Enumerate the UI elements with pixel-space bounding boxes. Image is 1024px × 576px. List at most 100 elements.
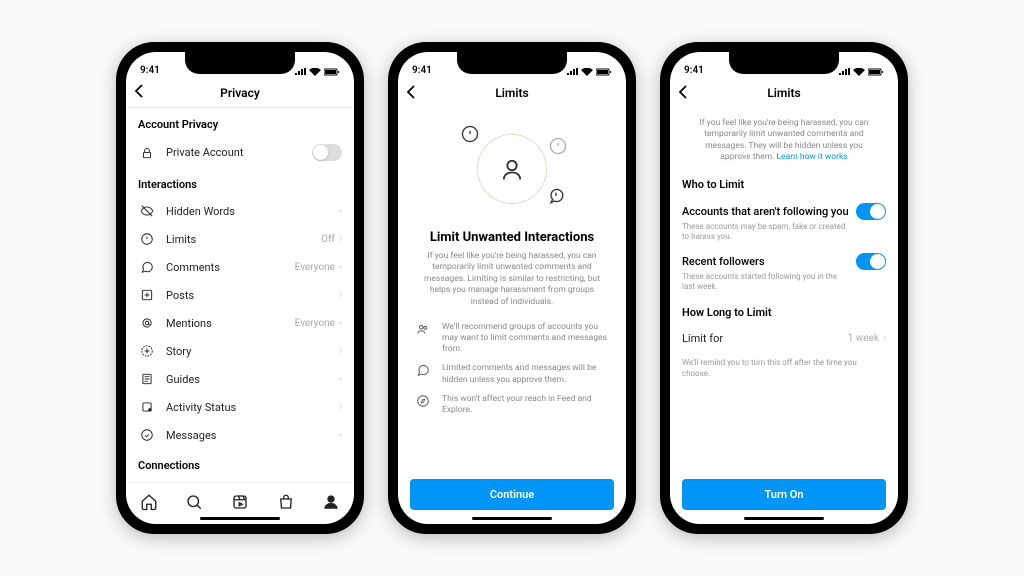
- section-who-to-limit: Who to Limit: [670, 168, 898, 197]
- messages-icon: [138, 428, 156, 442]
- row-private-account[interactable]: Private Account: [126, 137, 354, 168]
- section-connections: Connections: [126, 449, 354, 478]
- row-label: Activity Status: [166, 401, 335, 414]
- phone-frame-3: 9:41 Limits If you feel like you're bein…: [660, 42, 908, 534]
- status-icons: [838, 68, 884, 76]
- comment-icon: [138, 260, 156, 274]
- notch: [729, 52, 839, 74]
- continue-button[interactable]: Continue: [410, 479, 614, 510]
- limits-icon: [138, 232, 156, 246]
- row-label: Guides: [166, 373, 335, 386]
- row-value: Everyone: [295, 262, 335, 273]
- row-messages[interactable]: Messages ›: [126, 421, 354, 449]
- back-button[interactable]: [134, 83, 144, 102]
- reminder-hint: We'll remind you to turn this off after …: [670, 352, 898, 385]
- row-comments[interactable]: Comments Everyone ›: [126, 253, 354, 281]
- row-label: Hidden Words: [166, 205, 335, 218]
- illustration: [398, 114, 626, 224]
- row-guides[interactable]: Guides ›: [126, 365, 354, 393]
- feature-text: We'll recommend groups of accounts you m…: [442, 322, 608, 355]
- nav-reels[interactable]: [231, 493, 249, 515]
- alert-badge-icon: [460, 124, 480, 144]
- page-title: Limits: [495, 86, 528, 100]
- row-story[interactable]: Story ›: [126, 337, 354, 365]
- people-icon: [416, 322, 434, 355]
- alert-badge-icon: [548, 136, 568, 156]
- chevron-right-icon: ›: [339, 206, 342, 217]
- learn-link[interactable]: Learn how it works: [777, 152, 848, 162]
- option-toggle[interactable]: [856, 253, 886, 270]
- row-mentions[interactable]: Mentions Everyone ›: [126, 309, 354, 337]
- compass-icon: [416, 394, 434, 416]
- phone-frame-2: 9:41 Limits Limit Unwanted Interactions: [388, 42, 636, 534]
- option-toggle[interactable]: [856, 203, 886, 220]
- nav-home[interactable]: [140, 493, 158, 515]
- back-button[interactable]: [406, 84, 416, 103]
- section-interactions: Interactions: [126, 168, 354, 197]
- chevron-right-icon: ›: [339, 374, 342, 385]
- private-account-toggle[interactable]: [312, 144, 342, 161]
- mention-icon: [138, 316, 156, 330]
- home-indicator: [744, 517, 824, 520]
- status-icons: [294, 68, 340, 76]
- chevron-right-icon: ›: [339, 234, 342, 245]
- nav-profile[interactable]: [322, 493, 340, 515]
- status-icons: [566, 68, 612, 76]
- page-title: Privacy: [220, 86, 260, 100]
- phone-frame-1: 9:41 Privacy Account Privacy Private Acc…: [116, 42, 364, 534]
- header: Privacy: [126, 78, 354, 108]
- option-subtitle: These accounts started following you in …: [682, 272, 886, 293]
- feature-hidden: Limited comments and messages will be hi…: [398, 359, 626, 389]
- row-value: Everyone: [295, 318, 335, 329]
- chevron-right-icon: ›: [339, 318, 342, 329]
- row-value: Off: [321, 234, 335, 245]
- option-subtitle: These accounts may be spam, fake or crea…: [682, 222, 886, 243]
- chevron-right-icon: ›: [339, 346, 342, 357]
- section-account-privacy: Account Privacy: [126, 108, 354, 137]
- feature-text: This won't affect your reach in Feed and…: [442, 394, 608, 416]
- section-how-long: How Long to Limit: [670, 296, 898, 325]
- feature-text: Limited comments and messages will be hi…: [442, 363, 608, 385]
- status-time: 9:41: [140, 65, 160, 76]
- option-title: Accounts that aren't following you: [682, 205, 856, 218]
- page-title: Limits: [767, 86, 800, 100]
- intro-text: If you feel like you're being harassed, …: [670, 108, 898, 168]
- nav-shop[interactable]: [277, 493, 295, 515]
- activity-icon: [138, 400, 156, 414]
- chevron-right-icon: ›: [339, 430, 342, 441]
- row-posts[interactable]: Posts ›: [126, 281, 354, 309]
- feature-recommend: We'll recommend groups of accounts you m…: [398, 318, 626, 359]
- row-label: Posts: [166, 289, 335, 302]
- back-button[interactable]: [678, 84, 688, 103]
- row-hidden-words[interactable]: Hidden Words ›: [126, 197, 354, 225]
- hidden-icon: [138, 204, 156, 218]
- nav-search[interactable]: [185, 493, 203, 515]
- row-label: Limits: [166, 233, 321, 246]
- option-recent-followers[interactable]: Recent followers These accounts started …: [670, 247, 898, 297]
- headline: Limit Unwanted Interactions: [398, 224, 626, 251]
- row-limit-for[interactable]: Limit for 1 week ›: [670, 325, 898, 352]
- guides-icon: [138, 372, 156, 386]
- home-indicator: [200, 517, 280, 520]
- turn-on-button[interactable]: Turn On: [682, 479, 886, 510]
- notch: [185, 52, 295, 74]
- lock-icon: [138, 146, 156, 160]
- person-icon: [498, 155, 526, 183]
- comment-icon: [416, 363, 434, 385]
- row-label: Messages: [166, 429, 335, 442]
- chevron-right-icon: ›: [339, 290, 342, 301]
- option-not-following[interactable]: Accounts that aren't following you These…: [670, 197, 898, 247]
- option-title: Recent followers: [682, 255, 856, 268]
- chevron-right-icon: ›: [339, 262, 342, 273]
- home-indicator: [472, 517, 552, 520]
- limit-for-value: 1 week: [848, 333, 879, 344]
- status-time: 9:41: [412, 65, 432, 76]
- row-activity-status[interactable]: Activity Status ›: [126, 393, 354, 421]
- header: Limits: [398, 78, 626, 108]
- header: Limits: [670, 78, 898, 108]
- posts-icon: [138, 288, 156, 302]
- row-limits[interactable]: Limits Off ›: [126, 225, 354, 253]
- story-icon: [138, 344, 156, 358]
- feature-reach: This won't affect your reach in Feed and…: [398, 390, 626, 420]
- notch: [457, 52, 567, 74]
